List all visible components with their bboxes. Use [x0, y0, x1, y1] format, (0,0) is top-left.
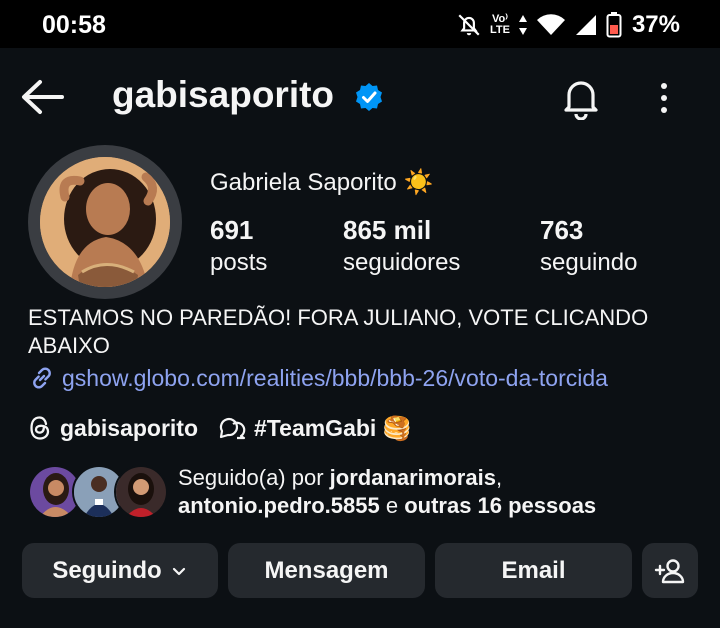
follower-name-2[interactable]: antonio.pedro.5855: [178, 493, 380, 518]
other-followers-count[interactable]: outras 16 pessoas: [404, 493, 596, 518]
threads-handle: gabisaporito: [60, 414, 199, 441]
data-arrows-icon: [518, 15, 527, 35]
battery-icon: [606, 12, 622, 38]
signal-icon: [575, 15, 596, 35]
add-person-icon: [654, 558, 685, 583]
bio-link[interactable]: gshow.globo.com/realities/bbb/bbb-26/vot…: [28, 363, 698, 393]
threads-chip[interactable]: gabisaporito: [28, 415, 198, 442]
following-count[interactable]: 763 seguindo: [540, 214, 637, 280]
comma: ,: [495, 465, 503, 490]
status-time: 00:58: [42, 11, 106, 39]
profile-avatar[interactable]: [40, 157, 170, 287]
following-button-label: Seguindo: [52, 556, 162, 584]
suggested-users-button[interactable]: [642, 543, 698, 598]
more-options-icon[interactable]: [650, 80, 678, 116]
mute-notifications-icon: [458, 14, 480, 36]
bio-link-text: gshow.globo.com/realities/bbb/bbb-26/vot…: [62, 364, 608, 391]
chevron-down-icon: [172, 567, 185, 575]
followers-label: seguidores: [343, 249, 461, 276]
status-bar: 00:58 Vo⁾ LTE 37%: [0, 0, 720, 48]
following-value: 763: [540, 215, 584, 245]
email-button-label: Email: [501, 556, 566, 584]
verified-badge-icon: [356, 83, 382, 111]
community-chip[interactable]: #TeamGabi 🥞: [218, 415, 411, 442]
battery-percent: 37%: [631, 11, 680, 38]
follower-avatar: [114, 465, 168, 519]
mutual-followers[interactable]: Seguido(a) por jordanarimorais, antonio.…: [28, 460, 708, 524]
message-button-label: Mensagem: [264, 556, 389, 584]
community-chat-icon: [219, 418, 246, 440]
followers-value: 865 mil: [343, 215, 432, 245]
mutual-followers-text: Seguido(a) por jordanarimorais, antonio.…: [178, 464, 596, 520]
following-label: seguindo: [540, 249, 638, 276]
following-button[interactable]: Seguindo: [22, 543, 218, 598]
volte-icon: Vo⁾ LTE: [489, 13, 510, 36]
email-button[interactable]: Email: [435, 543, 632, 598]
wifi-icon: [536, 14, 565, 36]
followers-count[interactable]: 865 mil seguidores: [343, 214, 460, 280]
profile-username: gabisaporito: [112, 74, 335, 115]
threads-icon: [30, 416, 50, 440]
profile-full-name: Gabriela Saporito ☀️: [210, 169, 434, 196]
followed-by-prefix: Seguido(a) por: [178, 465, 330, 490]
status-icons: Vo⁾ LTE 37%: [456, 10, 680, 40]
profile-bio: ESTAMOS NO PAREDÃO! FORA JULIANO, VOTE C…: [28, 305, 649, 358]
link-icon: [33, 367, 51, 389]
notifications-bell-icon[interactable]: [560, 76, 602, 120]
community-name: #TeamGabi 🥞: [254, 414, 412, 441]
message-button[interactable]: Mensagem: [228, 543, 425, 598]
profile-chips: gabisaporito #TeamGabi 🥞: [28, 412, 431, 444]
back-arrow-icon[interactable]: [20, 78, 64, 116]
profile-header: gabisaporito: [0, 48, 720, 146]
followed-by-middle: e: [379, 493, 405, 518]
follower-name-1[interactable]: jordanarimorais: [330, 465, 496, 490]
posts-label: posts: [210, 249, 268, 276]
posts-value: 691: [210, 215, 254, 245]
posts-count[interactable]: 691 posts: [210, 214, 267, 280]
